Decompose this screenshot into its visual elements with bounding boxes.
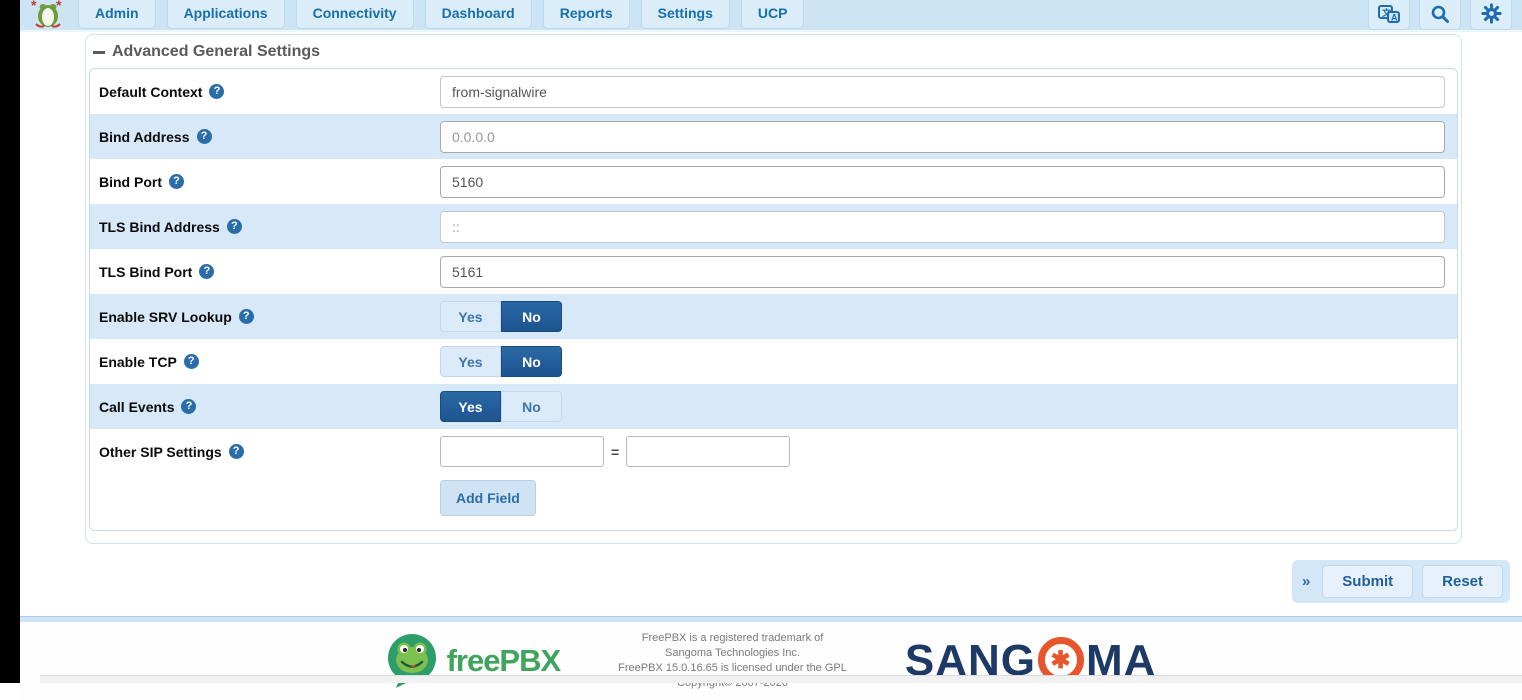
settings-panel: Advanced General Settings Default Contex… [85, 34, 1462, 544]
form-actions-box: » Submit Reset [1292, 560, 1510, 603]
row-call-events: Call Events ? Yes No [90, 384, 1457, 429]
help-icon[interactable]: ? [227, 219, 242, 234]
search-icon [1430, 4, 1450, 24]
help-icon[interactable]: ? [209, 84, 224, 99]
section-header-advanced-general-settings[interactable]: Advanced General Settings [89, 40, 1458, 68]
add-field-button[interactable]: Add Field [440, 480, 536, 516]
freepbx-logo-text: freePBX [447, 643, 561, 679]
footer: freePBX FreePBX is a registered trademar… [20, 622, 1522, 700]
svg-text:A: A [1391, 13, 1398, 23]
tab-ucp[interactable]: UCP [741, 0, 805, 29]
screen-edge-black-strip [0, 0, 20, 683]
top-navbar: * * Admin Applications Connectivity Dash… [20, 0, 1522, 32]
enable-srv-lookup-no-button[interactable]: No [501, 301, 562, 332]
tls-bind-address-label: TLS Bind Address [99, 219, 220, 235]
enable-tcp-toggle: Yes No [440, 346, 562, 377]
help-icon[interactable]: ? [169, 174, 184, 189]
search-button[interactable] [1419, 0, 1461, 30]
enable-srv-lookup-toggle: Yes No [440, 301, 562, 332]
legal-line: Sangoma Technologies Inc. [618, 646, 847, 661]
tls-bind-port-label: TLS Bind Port [99, 264, 192, 280]
help-icon[interactable]: ? [199, 264, 214, 279]
row-enable-tcp: Enable TCP ? Yes No [90, 339, 1457, 384]
reset-button[interactable]: Reset [1422, 565, 1503, 598]
tab-dashboard[interactable]: Dashboard [425, 0, 532, 29]
gear-icon [1481, 3, 1502, 24]
enable-srv-lookup-label: Enable SRV Lookup [99, 309, 232, 325]
row-tls-bind-address: TLS Bind Address ? [90, 204, 1457, 249]
other-sip-settings-label: Other SIP Settings [99, 444, 222, 460]
default-context-input[interactable] [440, 76, 1445, 108]
other-sip-value-input[interactable] [626, 436, 790, 467]
row-bind-address: Bind Address ? [90, 114, 1457, 159]
enable-srv-lookup-yes-button[interactable]: Yes [440, 301, 501, 332]
call-events-toggle: Yes No [440, 391, 562, 422]
help-icon[interactable]: ? [229, 444, 244, 459]
tab-connectivity[interactable]: Connectivity [296, 0, 414, 29]
tab-settings[interactable]: Settings [641, 0, 730, 29]
bottom-edge-strip [40, 675, 1522, 683]
bind-port-input[interactable] [440, 166, 1445, 198]
settings-gear-button[interactable] [1470, 0, 1512, 30]
enable-tcp-label: Enable TCP [99, 354, 177, 370]
help-icon[interactable]: ? [184, 354, 199, 369]
help-icon[interactable]: ? [239, 309, 254, 324]
enable-tcp-yes-button[interactable]: Yes [440, 346, 501, 377]
form-actions: » Submit Reset [20, 560, 1510, 603]
row-other-sip-settings: Other SIP Settings ? = [90, 429, 1457, 474]
row-bind-port: Bind Port ? [90, 159, 1457, 204]
tab-reports[interactable]: Reports [543, 0, 630, 29]
translate-icon: 文 A [1378, 4, 1400, 24]
bind-address-label: Bind Address [99, 129, 190, 145]
enable-tcp-no-button[interactable]: No [501, 346, 562, 377]
row-default-context: Default Context ? [90, 69, 1457, 114]
default-context-label: Default Context [99, 84, 202, 100]
bind-port-label: Bind Port [99, 174, 162, 190]
tab-admin[interactable]: Admin [78, 0, 156, 29]
main-menu: Admin Applications Connectivity Dashboar… [78, 0, 804, 28]
tls-bind-port-input[interactable] [440, 256, 1445, 288]
row-enable-srv-lookup: Enable SRV Lookup ? Yes No [90, 294, 1457, 339]
call-events-yes-button[interactable]: Yes [440, 391, 501, 422]
equals-sign: = [611, 444, 619, 460]
freepbx-frog-logo-icon[interactable]: * * [30, 0, 66, 28]
svg-text:*: * [31, 0, 37, 13]
freepbx-page: * * Admin Applications Connectivity Dash… [20, 0, 1522, 683]
collapse-actions-chevron-icon[interactable]: » [1299, 573, 1313, 590]
section-title: Advanced General Settings [112, 43, 320, 61]
collapse-minus-icon [93, 51, 105, 54]
help-icon[interactable]: ? [181, 399, 196, 414]
row-tls-bind-port: TLS Bind Port ? [90, 249, 1457, 294]
legal-line: FreePBX is a registered trademark of [618, 631, 847, 646]
navbar-utility-icons: 文 A [1368, 0, 1512, 28]
other-sip-key-input[interactable] [440, 436, 604, 467]
help-icon[interactable]: ? [197, 129, 212, 144]
call-events-label: Call Events [99, 399, 174, 415]
submit-button[interactable]: Submit [1322, 565, 1413, 598]
tab-applications[interactable]: Applications [167, 0, 285, 29]
call-events-no-button[interactable]: No [501, 391, 562, 422]
language-translate-button[interactable]: 文 A [1368, 0, 1410, 30]
bind-address-input[interactable] [440, 121, 1445, 153]
settings-rows: Default Context ? Bind Address ? Bin [89, 68, 1458, 531]
tls-bind-address-input[interactable] [440, 211, 1445, 243]
legal-line: FreePBX 15.0.16.65 is licensed under the… [618, 661, 847, 676]
row-add-field: Add Field [90, 474, 1457, 530]
